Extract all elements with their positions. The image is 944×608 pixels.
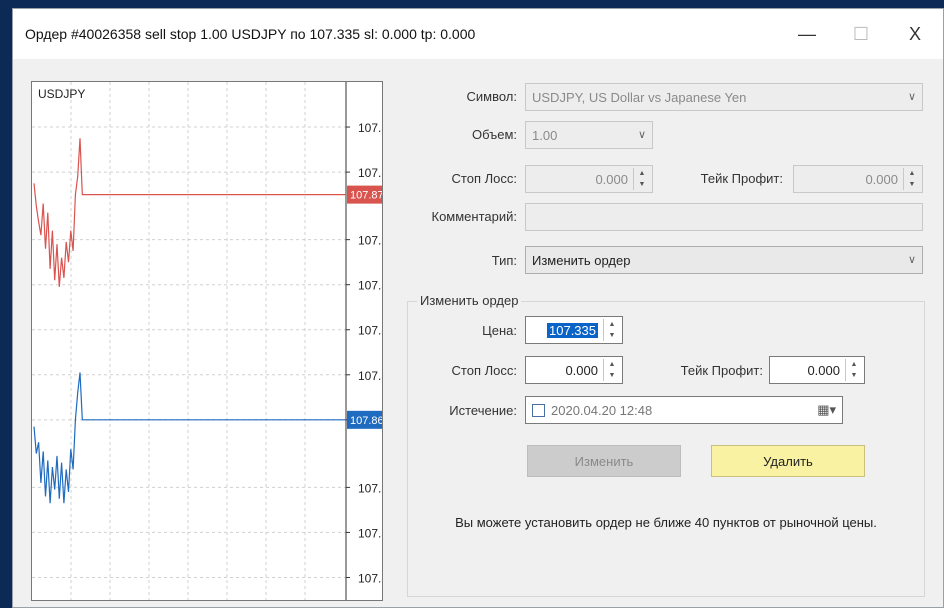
volume-combo[interactable]: 1.00 ∨: [525, 121, 653, 149]
symbol-select[interactable]: USDJPY, US Dollar vs Japanese Yen ∨: [525, 83, 923, 111]
type-select[interactable]: Изменить ордер ∨: [525, 246, 923, 274]
chevron-down-icon: ∨: [907, 254, 916, 266]
spin-up-icon: ▲: [638, 170, 646, 177]
y-tick-label: 107.870: [358, 279, 382, 293]
close-icon: X: [908, 23, 921, 44]
modify-button[interactable]: Изменить: [527, 445, 681, 477]
comment-field[interactable]: [525, 203, 923, 231]
modify-stop-loss-label: Стоп Лосс:: [451, 363, 517, 378]
order-dialog: Ордер #40026358 sell stop 1.00 USDJPY по…: [12, 8, 944, 608]
price-field[interactable]: 107.335 ▲ ▼: [525, 316, 623, 344]
price-spinner[interactable]: ▲ ▼: [603, 319, 620, 341]
tick-chart: 107.877 107.875 107.872 107.870 107.868 107.8…: [31, 81, 383, 601]
modify-take-profit-value: 0.000: [807, 362, 840, 378]
bid-price-line: [33, 372, 346, 504]
minimize-icon: —: [798, 23, 816, 44]
price-value: 107.335: [547, 322, 598, 338]
expiry-label: Истечение:: [449, 403, 517, 418]
close-button[interactable]: X: [893, 17, 937, 51]
take-profit-spinner[interactable]: ▲ ▼: [903, 168, 920, 190]
volume-value: 1.00: [532, 127, 558, 143]
stop-loss-field[interactable]: 0.000 ▲ ▼: [525, 165, 653, 193]
comment-label: Комментарий:: [431, 209, 518, 224]
spin-down-icon: ▼: [850, 372, 858, 379]
calendar-icon[interactable]: ▦▾: [817, 402, 836, 418]
maximize-button[interactable]: ☐: [839, 17, 883, 51]
take-profit-label: Тейк Профит:: [700, 171, 783, 186]
ask-price-label: 107.874: [350, 190, 382, 202]
spin-up-icon: ▲: [908, 170, 916, 177]
spin-down-icon: ▼: [908, 181, 916, 188]
modify-stop-loss-value: 0.000: [565, 362, 598, 378]
bid-price-label: 107.864: [350, 415, 382, 427]
modify-stop-loss-field[interactable]: 0.000 ▲ ▼: [525, 356, 623, 384]
type-value: Изменить ордер: [532, 252, 631, 268]
spin-down-icon: ▼: [608, 332, 616, 339]
title-bar: Ордер #40026358 sell stop 1.00 USDJPY по…: [13, 9, 943, 59]
tick-chart-canvas: 107.877 107.875 107.872 107.870 107.868 107.8…: [32, 82, 382, 600]
y-tick-label: 107.872: [358, 234, 382, 248]
modify-take-profit-label: Тейк Профит:: [680, 363, 763, 378]
modify-take-profit-field[interactable]: 0.000 ▲ ▼: [769, 356, 865, 384]
take-profit-field[interactable]: 0.000 ▲ ▼: [793, 165, 923, 193]
expiry-value: 2020.04.20 12:48: [551, 402, 653, 418]
chevron-down-icon: ∨: [637, 129, 646, 141]
expiry-checkbox[interactable]: [532, 403, 545, 417]
price-label: Цена:: [482, 323, 517, 338]
chart-symbol-label: USDJPY: [38, 87, 85, 101]
stop-loss-spinner[interactable]: ▲ ▼: [633, 168, 650, 190]
window-title: Ордер #40026358 sell stop 1.00 USDJPY по…: [25, 26, 476, 42]
spin-up-icon: ▲: [850, 361, 858, 368]
y-tick-label: 107.875: [358, 166, 382, 180]
y-tick-label: 107.877: [358, 121, 382, 135]
y-tick-label: 107.861: [358, 481, 382, 495]
spin-down-icon: ▼: [608, 372, 616, 379]
y-tick-label: 107.866: [358, 369, 382, 383]
chevron-down-icon: ∨: [907, 91, 916, 103]
spin-up-icon: ▲: [608, 321, 616, 328]
symbol-label: Символ:: [466, 89, 518, 104]
delete-button[interactable]: Удалить: [711, 445, 865, 477]
take-profit-value: 0.000: [865, 171, 898, 187]
spin-up-icon: ▲: [608, 361, 616, 368]
spin-down-icon: ▼: [638, 181, 646, 188]
symbol-value: USDJPY, US Dollar vs Japanese Yen: [532, 89, 747, 105]
y-tick-label: 107.857: [358, 571, 382, 585]
modify-take-profit-spinner[interactable]: ▲ ▼: [845, 359, 862, 381]
ask-price-line: [33, 138, 346, 287]
maximize-icon: ☐: [852, 23, 870, 44]
stop-loss-label: Стоп Лосс:: [451, 171, 517, 186]
modify-order-group-title: Изменить ордер: [417, 293, 522, 308]
distance-note: Вы можете установить ордер не ближе 40 п…: [455, 515, 877, 530]
y-tick-label: 107.868: [358, 324, 382, 338]
volume-label: Объем:: [471, 127, 517, 142]
stop-loss-value: 0.000: [595, 171, 628, 187]
y-tick-label: 107.859: [358, 526, 382, 540]
type-label: Тип:: [491, 253, 517, 268]
modify-stop-loss-spinner[interactable]: ▲ ▼: [603, 359, 620, 381]
minimize-button[interactable]: —: [785, 17, 829, 51]
expiry-field[interactable]: 2020.04.20 12:48 ▦▾: [525, 396, 843, 424]
